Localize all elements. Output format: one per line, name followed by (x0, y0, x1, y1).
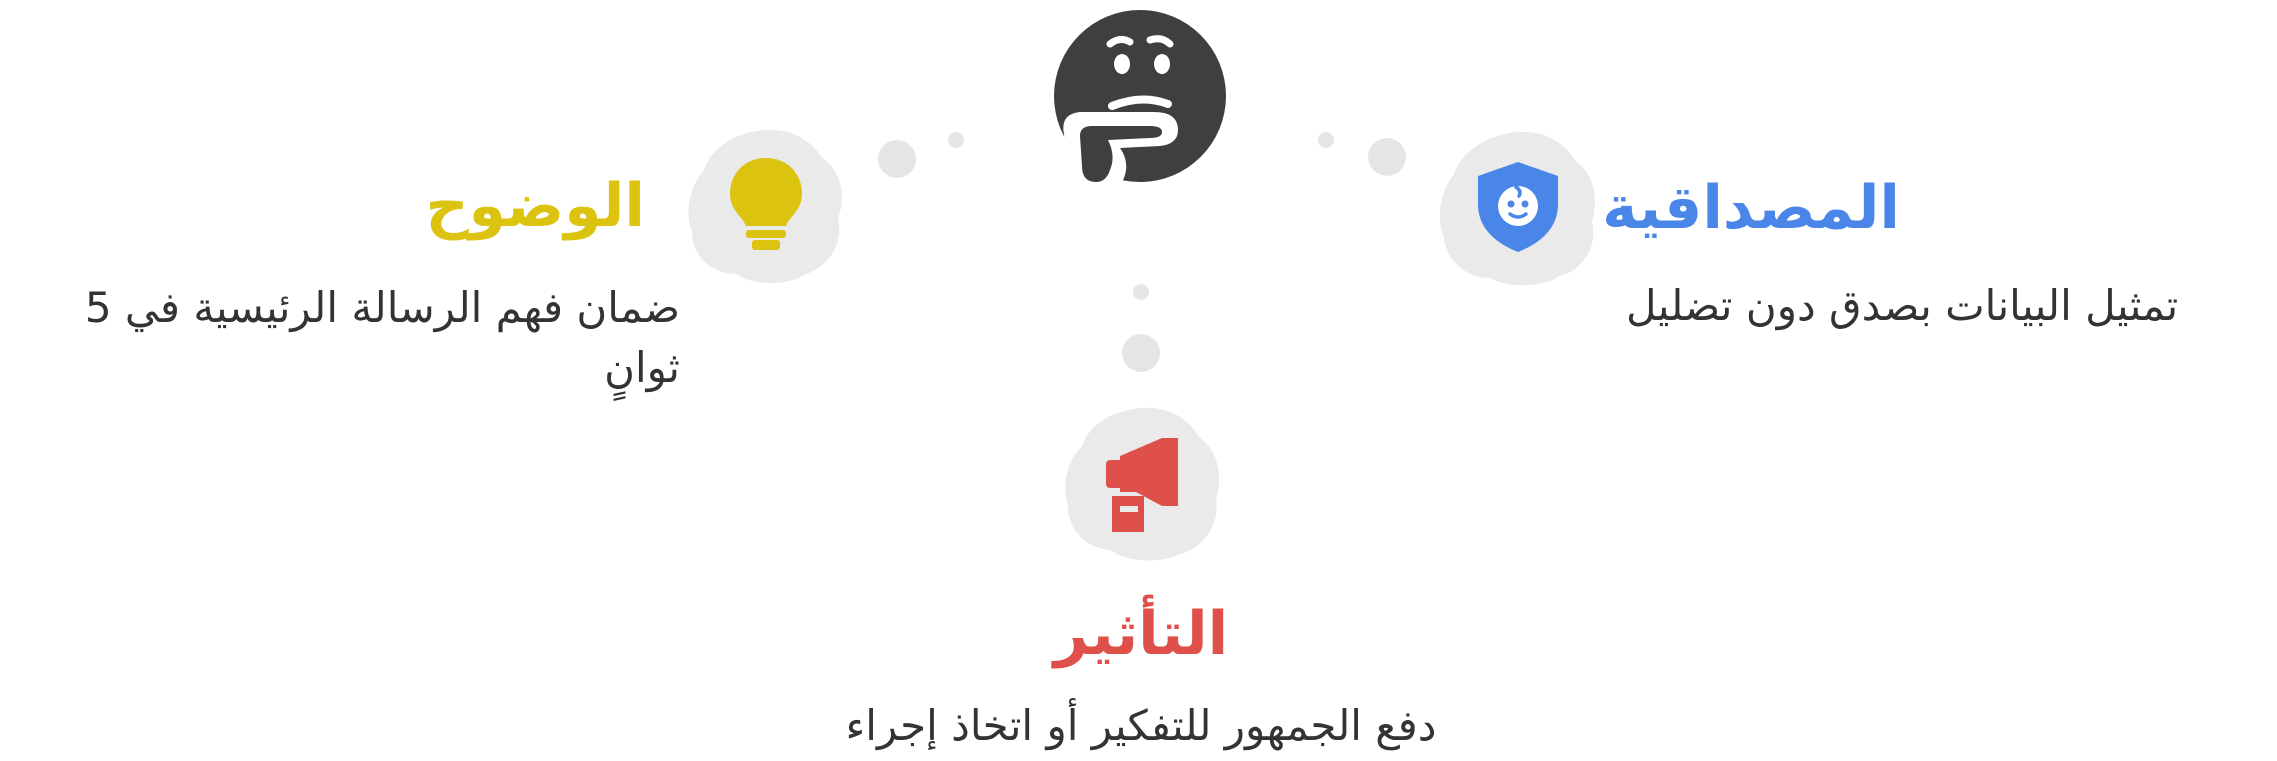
connector-dot (948, 132, 964, 148)
megaphone-icon (1100, 434, 1184, 534)
clarity-title: الوضوح (425, 171, 645, 241)
credibility-title: المصداقية (1602, 173, 1900, 243)
lightbulb-icon (726, 154, 806, 254)
connector-dot (1318, 132, 1334, 148)
credibility-description: تمثيل البيانات بصدق دون تضليل (1626, 281, 2179, 330)
shield-face-icon (1472, 158, 1564, 256)
connector-dot (1368, 138, 1406, 176)
clarity-description: ضمان فهم الرسالة الرئيسية في 5 ثوانٍ (84, 283, 680, 392)
impact-title: التأثير (1053, 599, 1229, 669)
connector-dot (1133, 284, 1149, 300)
connector-dot (1122, 334, 1160, 372)
connector-dot (878, 140, 916, 178)
thinking-face-icon (1050, 6, 1230, 206)
impact-description: دفع الجمهور للتفكير أو اتخاذ إجراء (845, 701, 1437, 750)
